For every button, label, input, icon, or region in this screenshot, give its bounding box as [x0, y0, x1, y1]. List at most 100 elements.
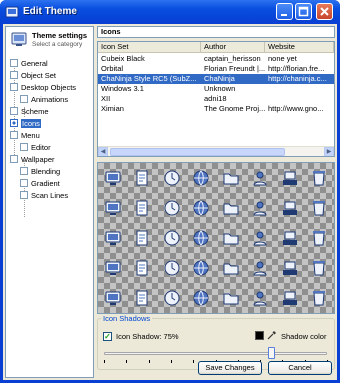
column-header-icon-set[interactable]: Icon Set: [98, 42, 201, 53]
table-row[interactable]: XII adni18: [98, 94, 334, 104]
users-icon: [132, 288, 152, 308]
tree-item-icons[interactable]: Icons: [10, 118, 41, 128]
table-cell: XII: [101, 94, 111, 103]
tree-item-label: Scan Lines: [31, 190, 69, 200]
scroll-left-arrow-icon[interactable]: ◀: [98, 147, 108, 156]
tree-node-box: [20, 167, 28, 175]
tree-node-box: [10, 107, 18, 115]
table-cell: adni18: [204, 94, 227, 103]
mouse-icon: [162, 288, 182, 308]
network-icon: [280, 168, 300, 188]
table-row[interactable]: Cubeix Black captain_herisson none yet: [98, 54, 334, 64]
doc-icon: [191, 288, 211, 308]
table-row[interactable]: Orbital Florian Freundt |... http://flor…: [98, 64, 334, 74]
category-panel: Theme settings Select a category General…: [5, 26, 94, 378]
theme-settings-title: Theme settings: [32, 31, 88, 40]
icon-set-list[interactable]: Icon Set Author Website Cubeix Black cap…: [97, 41, 335, 157]
scroll-right-arrow-icon[interactable]: ▶: [324, 147, 334, 156]
slider-tick: [170, 360, 172, 363]
table-cell: Windows 3.1: [101, 84, 144, 93]
stack-icon: [221, 258, 241, 278]
table-row-selected[interactable]: ChaNinja Style RC5 (SubZ... ChaNinja htt…: [98, 74, 334, 84]
tree-node-box: [20, 179, 28, 187]
gear-icon: [221, 288, 241, 308]
theme-settings-icon: [11, 32, 27, 46]
table-row[interactable]: Ximian The Gnome Proj... http://www.gno.…: [98, 104, 334, 114]
shadow-color-label: Shadow color: [281, 332, 327, 341]
maximize-button[interactable]: [295, 3, 312, 20]
minimize-icon: [281, 14, 287, 16]
search-icon: [250, 198, 270, 218]
table-cell: Florian Freundt |...: [204, 64, 265, 73]
window-title: Edit Theme: [23, 6, 77, 17]
tree-item-label: Menu: [21, 130, 40, 140]
tree-item-label: Icons: [21, 118, 41, 128]
minimize-button[interactable]: [276, 3, 293, 20]
word-icon: [162, 258, 182, 278]
calendar-icon: [132, 228, 152, 248]
tree-item-label: General: [21, 58, 48, 68]
table-cell: captain_herisson: [204, 54, 261, 63]
tree-item-blending[interactable]: Blending: [20, 166, 60, 176]
display-icon: [103, 228, 123, 248]
tree-item-gradient[interactable]: Gradient: [20, 178, 60, 188]
tree-item-editor[interactable]: Editor: [20, 142, 51, 152]
table-cell: [265, 84, 334, 94]
slider-tick: [193, 360, 195, 363]
maximize-icon: [298, 6, 309, 17]
star-icon: [280, 288, 300, 308]
slider-tick: [148, 360, 150, 363]
column-header-website[interactable]: Website: [265, 42, 334, 53]
tree-item-scan-lines[interactable]: Scan Lines: [20, 190, 68, 200]
cancel-button[interactable]: Cancel: [268, 361, 332, 375]
tree-node-box: [20, 191, 28, 199]
icon-shadow-label: Icon Shadow: 75%: [116, 332, 179, 341]
tools-icon: [309, 258, 329, 278]
table-cell: Orbital: [101, 64, 124, 73]
tree-item-menu[interactable]: Menu: [10, 130, 40, 140]
shadow-opacity-slider-thumb[interactable]: [268, 347, 276, 359]
computer-icon: [103, 168, 123, 188]
camera-icon: [162, 228, 182, 248]
tree-item-wallpaper[interactable]: Wallpaper: [10, 154, 55, 164]
documents-icon: [132, 168, 152, 188]
tree-item-label: Object Set: [21, 70, 57, 80]
drive-icon: [250, 228, 270, 248]
table-cell: none yet: [268, 54, 297, 63]
table-row[interactable]: Windows 3.1 Unknown: [98, 84, 334, 94]
run-icon: [309, 198, 329, 218]
hardware-icon: [309, 228, 329, 248]
table-cell: [265, 94, 334, 104]
tree-item-scheme[interactable]: Scheme: [10, 106, 49, 116]
folder-icon: [221, 168, 241, 188]
disk-icon: [132, 258, 152, 278]
shadow-opacity-slider[interactable]: [104, 352, 327, 355]
eyedropper-icon[interactable]: [267, 330, 277, 340]
keyboard-icon: [221, 228, 241, 248]
tree-item-object-set[interactable]: Object Set: [10, 70, 56, 80]
scrollbar-thumb[interactable]: [110, 148, 285, 156]
tree-item-general[interactable]: General: [10, 58, 48, 68]
close-button[interactable]: [316, 3, 333, 20]
title-bar[interactable]: Edit Theme: [0, 0, 340, 24]
tree-item-label: Animations: [31, 94, 69, 104]
tree-item-animations[interactable]: Animations: [20, 94, 68, 104]
music-icon: [162, 198, 182, 218]
tree-connector: [24, 184, 25, 217]
fax-icon: [250, 288, 270, 308]
horizontal-scrollbar[interactable]: ◀ ▶: [98, 146, 334, 156]
column-header-author[interactable]: Author: [201, 42, 265, 53]
clock-icon: [162, 168, 182, 188]
help-icon: [280, 198, 300, 218]
tree-item-desktop-objects[interactable]: Desktop Objects: [10, 82, 76, 92]
save-changes-button[interactable]: Save Changes: [198, 361, 262, 375]
shadow-color-swatch[interactable]: [255, 331, 264, 340]
section-title: Icons: [97, 26, 335, 38]
icon-set-list-header: Icon Set Author Website: [98, 42, 334, 53]
table-cell: Unknown: [204, 84, 236, 93]
tree-node-box: [10, 59, 18, 67]
icon-preview-area: [97, 162, 335, 314]
note-icon: [191, 258, 211, 278]
icon-shadow-checkbox[interactable]: ✓: [103, 332, 112, 341]
theme-settings-header: Theme settings Select a category: [10, 30, 90, 52]
